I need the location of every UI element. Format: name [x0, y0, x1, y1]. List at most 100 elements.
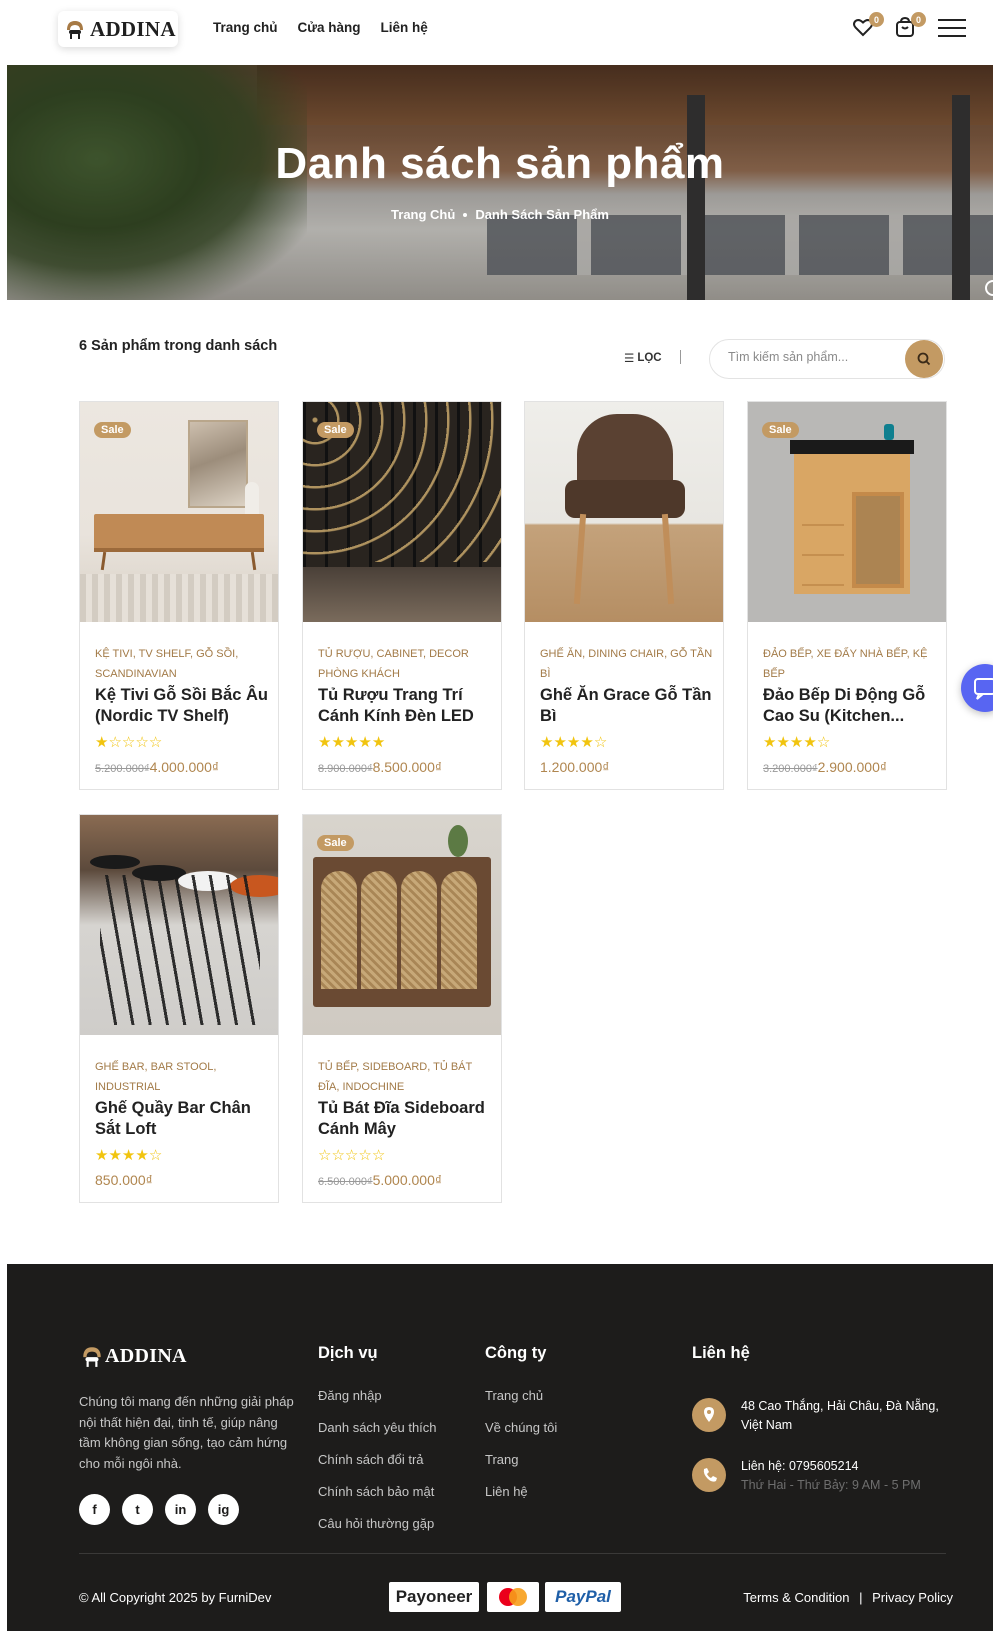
star-empty-icon: ☆ — [344, 1147, 359, 1164]
product-categories[interactable]: KỆ TIVI, TV SHELF, GỖ SỒI, SCANDINAVIAN — [95, 644, 270, 684]
star-filled-icon: ★ — [553, 734, 567, 751]
logo-chair-icon — [67, 21, 83, 39]
product-categories[interactable]: GHẾ ĂN, DINING CHAIR, GỖ TẦN BÌ — [540, 644, 715, 684]
product-card[interactable]: GHẾ BAR, BAR STOOL, INDUSTRIAL Ghế Quầy … — [79, 814, 279, 1203]
product-price: 5.200.000₫4.000.000₫ — [95, 759, 219, 775]
nav-home[interactable]: Trang chủ — [213, 20, 278, 35]
product-categories[interactable]: TỦ BẾP, SIDEBOARD, TỦ BÁT ĐĨA, INDOCHINE — [318, 1057, 493, 1097]
wishlist-button[interactable]: 0 — [852, 12, 884, 38]
footer-link-faq[interactable]: Câu hỏi thường gặp — [318, 1515, 437, 1547]
product-card[interactable]: Sale TỦ BẾP, SIDEBOARD, TỦ BÁT ĐĨA, INDO… — [302, 814, 502, 1203]
product-name[interactable]: Ghế Ăn Grace Gỗ Tần Bì — [540, 685, 715, 727]
contact-phone[interactable]: Liên hệ: 0795605214 — [741, 1457, 858, 1476]
product-card[interactable]: Sale ĐẢO BẾP, XE ĐẨY NHÀ BẾP, KỆ BẾP Đảo… — [747, 401, 947, 790]
company-list: Trang chủ Về chúng tôi Trang Liên hệ — [485, 1387, 557, 1515]
product-image[interactable]: Sale — [748, 402, 946, 622]
product-price: 3.200.000₫2.900.000₫ — [763, 759, 887, 775]
footer-link-home[interactable]: Trang chủ — [485, 1387, 557, 1419]
brand-logo[interactable]: ADDINA — [58, 11, 178, 47]
footer-link-wishlist[interactable]: Danh sách yêu thích — [318, 1419, 437, 1451]
product-card[interactable]: Sale TỦ RƯỢU, CABINET, DECOR PHÒNG KHÁCH… — [302, 401, 502, 790]
star-filled-icon: ★ — [344, 734, 359, 751]
product-name[interactable]: Đảo Bếp Di Động Gỗ Cao Su (Kitchen... — [763, 685, 938, 727]
product-categories[interactable]: ĐẢO BẾP, XE ĐẨY NHÀ BẾP, KỆ BẾP — [763, 644, 938, 684]
rating-stars: ★★★★★ — [318, 733, 385, 751]
facebook-icon[interactable]: f — [79, 1494, 110, 1525]
rating-stars: ☆☆☆☆☆ — [318, 1146, 385, 1164]
product-price: 850.000₫ — [95, 1172, 153, 1188]
nav-shop[interactable]: Cửa hàng — [298, 20, 361, 35]
old-price: 6.500.000₫ — [318, 1176, 373, 1188]
product-image[interactable] — [80, 815, 278, 1035]
product-categories[interactable]: TỦ RƯỢU, CABINET, DECOR PHÒNG KHÁCH — [318, 644, 493, 684]
main-nav: Trang chủ Cửa hàng Liên hệ — [213, 20, 428, 35]
old-price: 3.200.000₫ — [763, 763, 818, 775]
paypal-logo: PayPal — [545, 1582, 621, 1612]
rating-stars: ★★★★☆ — [540, 733, 607, 751]
product-name[interactable]: Tủ Rượu Trang Trí Cánh Kính Đèn LED — [318, 685, 493, 727]
terms-link[interactable]: Terms & Condition — [743, 1590, 849, 1605]
contact-heading: Liên hệ — [692, 1344, 750, 1362]
cart-button[interactable]: 0 — [894, 12, 926, 38]
footer-link-pages[interactable]: Trang — [485, 1451, 557, 1483]
star-empty-icon: ☆ — [108, 734, 122, 751]
footer-link-about[interactable]: Về chúng tôi — [485, 1419, 557, 1451]
nav-contact[interactable]: Liên hệ — [381, 20, 428, 35]
old-price: 8.900.000₫ — [318, 763, 373, 775]
services-list: Đăng nhập Danh sách yêu thích Chính sách… — [318, 1387, 437, 1547]
product-price: 8.900.000₫8.500.000₫ — [318, 759, 442, 775]
product-image[interactable]: Sale — [80, 402, 278, 622]
product-image[interactable]: Sale — [303, 815, 501, 1035]
breadcrumb-current: Danh Sách Sản Phẩm — [475, 207, 609, 222]
product-image[interactable] — [525, 402, 723, 622]
contact-hours: Thứ Hai - Thứ Bảy: 9 AM - 5 PM — [741, 1478, 921, 1492]
product-name[interactable]: Ghế Quầy Bar Chân Sắt Loft — [95, 1098, 270, 1140]
product-card[interactable]: GHẾ ĂN, DINING CHAIR, GỖ TẦN BÌ Ghế Ăn G… — [524, 401, 724, 790]
star-filled-icon: ★ — [121, 1147, 136, 1164]
sale-badge: Sale — [317, 835, 354, 851]
star-filled-icon: ★ — [763, 734, 777, 751]
footer-description: Chúng tôi mang đến những giải pháp nội t… — [79, 1394, 294, 1471]
footer-link-login[interactable]: Đăng nhập — [318, 1387, 437, 1419]
product-card[interactable]: Sale KỆ TIVI, TV SHELF, GỖ SỒI, SCANDINA… — [79, 401, 279, 790]
rating-stars: ★☆☆☆☆ — [95, 733, 162, 751]
legal-links: Terms & Condition | Privacy Policy — [743, 1590, 953, 1605]
star-empty-icon: ☆ — [135, 734, 149, 751]
menu-hamburger-icon[interactable] — [938, 19, 966, 37]
breadcrumb-home[interactable]: Trang Chủ — [391, 207, 455, 222]
filter-button[interactable]: ☰ LỌC — [624, 351, 662, 365]
footer-link-return-policy[interactable]: Chính sách đổi trả — [318, 1451, 437, 1483]
star-filled-icon: ★ — [776, 734, 790, 751]
product-categories[interactable]: GHẾ BAR, BAR STOOL, INDUSTRIAL — [95, 1057, 270, 1097]
footer-link-contact[interactable]: Liên hệ — [485, 1483, 557, 1515]
star-filled-icon: ★ — [580, 734, 594, 751]
privacy-link[interactable]: Privacy Policy — [872, 1590, 953, 1605]
sale-badge: Sale — [94, 422, 131, 438]
copyright: © All Copyright 2025 by FurniDev — [79, 1590, 272, 1605]
star-filled-icon: ★ — [540, 734, 554, 751]
breadcrumb: Trang Chủ Danh Sách Sản Phẩm — [7, 207, 993, 222]
location-pin-icon — [692, 1398, 726, 1432]
star-empty-icon: ☆ — [148, 734, 163, 751]
product-name[interactable]: Kệ Tivi Gỗ Sồi Bắc Âu (Nordic TV Shelf) — [95, 685, 270, 727]
instagram-icon[interactable]: ig — [208, 1494, 239, 1525]
star-empty-icon: ☆ — [816, 734, 831, 751]
footer-logo[interactable]: ADDINA — [79, 1344, 187, 1368]
star-empty-icon: ☆ — [318, 1147, 332, 1164]
search-input[interactable] — [728, 350, 898, 364]
rating-stars: ★★★★☆ — [95, 1146, 162, 1164]
chat-widget-button[interactable] — [961, 664, 993, 712]
linkedin-icon[interactable]: in — [165, 1494, 196, 1525]
company-heading: Công ty — [485, 1344, 547, 1362]
contact-address: 48 Cao Thắng, Hải Châu, Đà Nẵng, Việt Na… — [741, 1399, 939, 1432]
search-button[interactable] — [905, 340, 943, 378]
site-header: ADDINA Trang chủ Cửa hàng Liên hệ 0 0 — [0, 0, 993, 64]
footer-link-privacy-policy[interactable]: Chính sách bảo mật — [318, 1483, 437, 1515]
star-filled-icon: ★ — [135, 1147, 149, 1164]
mastercard-logo — [487, 1582, 539, 1612]
product-image[interactable]: Sale — [303, 402, 501, 622]
twitter-icon[interactable]: t — [122, 1494, 153, 1525]
logo-chair-icon — [83, 1347, 101, 1367]
toolbar-divider — [680, 350, 681, 364]
product-name[interactable]: Tủ Bát Đĩa Sideboard Cánh Mây — [318, 1098, 493, 1140]
